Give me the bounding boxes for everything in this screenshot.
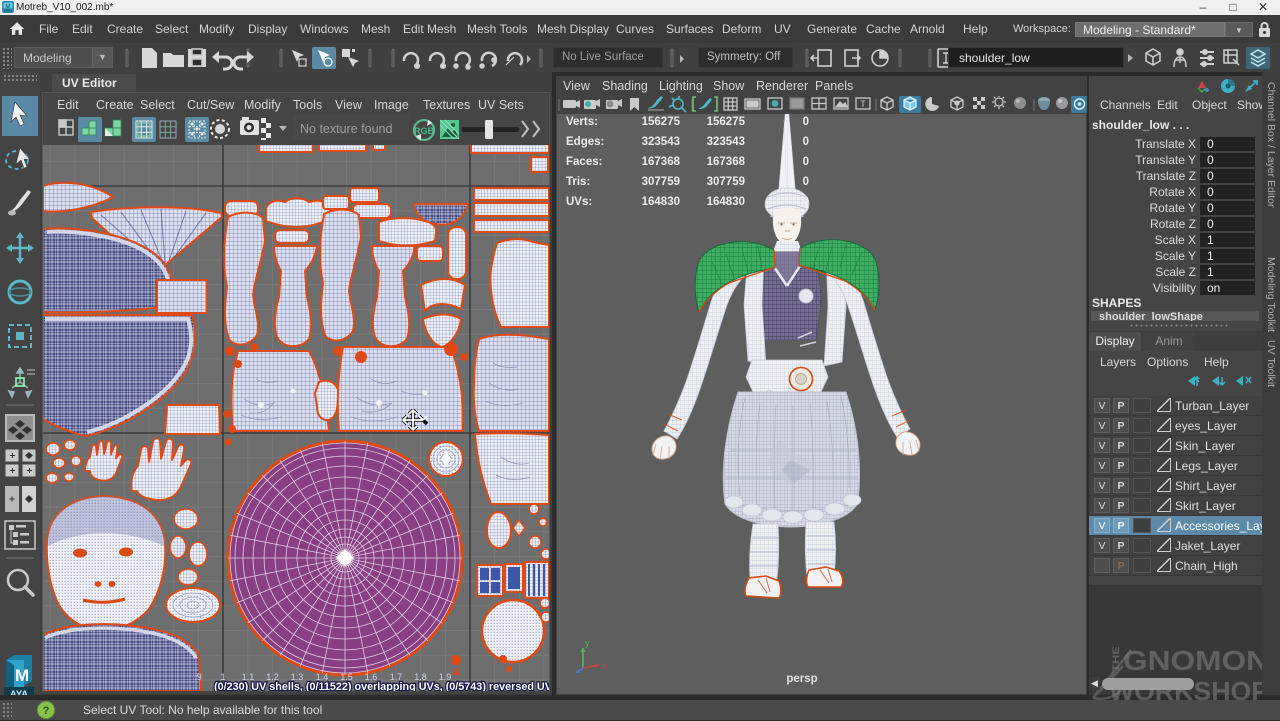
svg-text:?: ? [43, 705, 50, 717]
svg-text:GNOMON: GNOMON [1123, 645, 1269, 676]
svg-text:Edges:: Edges: [566, 136, 604, 148]
svg-text:167368: 167368 [707, 156, 746, 168]
svg-text:Verts:: Verts: [566, 116, 598, 128]
svg-text:No texture found: No texture found [300, 122, 392, 136]
svg-text:THE: THE [1111, 646, 1122, 672]
svg-text:0: 0 [803, 196, 809, 208]
svg-text:Faces:: Faces: [566, 156, 602, 168]
svg-text:0: 0 [803, 116, 809, 128]
svg-text:Tris:: Tris: [566, 176, 590, 188]
svg-text:M: M [15, 666, 29, 685]
svg-text:307759: 307759 [642, 176, 680, 188]
svg-text:167368: 167368 [642, 156, 681, 168]
svg-text:323543: 323543 [707, 136, 745, 148]
svg-text:307759: 307759 [707, 176, 745, 188]
svg-text:persp: persp [786, 673, 817, 685]
svg-text:.9: .9 [194, 672, 202, 682]
svg-text:AYA: AYA [10, 689, 28, 695]
svg-text:(0/230) UV shells, (0/11522) o: (0/230) UV shells, (0/11522) overlapping… [214, 681, 549, 691]
svg-text:T: T [860, 99, 866, 109]
svg-text:0: 0 [803, 136, 809, 148]
svg-text:0: 0 [803, 176, 809, 188]
svg-text:RGB: RGB [414, 126, 435, 136]
svg-text:x: x [602, 661, 607, 671]
svg-text:323543: 323543 [642, 136, 680, 148]
svg-text:UVs:: UVs: [566, 196, 592, 208]
svg-text:156275: 156275 [642, 116, 681, 128]
svg-text:156275: 156275 [707, 116, 746, 128]
svg-text:0: 0 [803, 156, 809, 168]
svg-text:y: y [585, 638, 590, 648]
svg-text:164830: 164830 [707, 196, 745, 208]
svg-text:164830: 164830 [642, 196, 680, 208]
